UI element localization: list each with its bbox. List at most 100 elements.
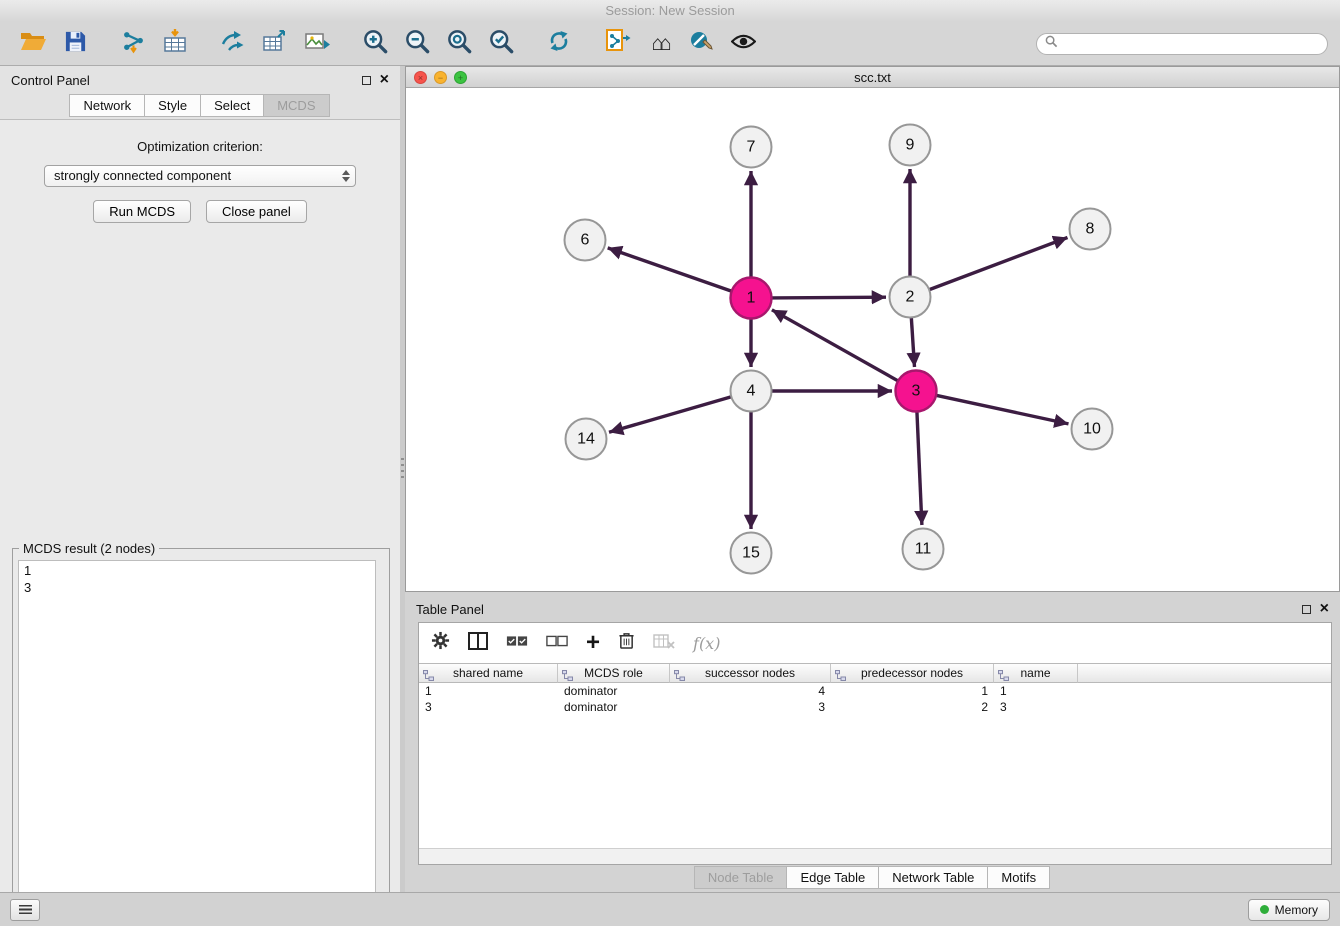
minimize-window-icon[interactable]: − [434, 71, 447, 84]
network-graph[interactable]: 7 9 6 8 1 2 4 3 14 10 15 11 [406, 88, 1339, 590]
graph-edge-4-14[interactable] [609, 397, 732, 433]
apply-style-button[interactable] [684, 27, 718, 61]
graph-node-label: 9 [906, 137, 915, 154]
mcds-result-list[interactable]: 1 3 [18, 560, 376, 926]
graph-node-label: 14 [577, 431, 595, 448]
attribute-icon [674, 668, 685, 686]
graph-node-label: 15 [742, 545, 760, 562]
graph-edge-3-1[interactable] [772, 310, 899, 381]
search-input[interactable] [1063, 37, 1319, 51]
column-header-name[interactable]: name [994, 664, 1078, 683]
table-row[interactable]: 1 dominator 4 1 1 [419, 683, 1331, 699]
select-all-columns-icon[interactable] [506, 634, 528, 652]
zoom-in-icon [362, 28, 389, 60]
control-panel-title: Control Panel [11, 73, 90, 88]
close-panel-icon[interactable]: × [380, 72, 389, 88]
attribute-icon [423, 668, 434, 686]
tab-style[interactable]: Style [144, 94, 201, 117]
deselect-all-columns-icon[interactable] [546, 634, 568, 652]
graph-edge-1-2[interactable] [771, 297, 886, 298]
zoom-fit-button[interactable] [442, 27, 476, 61]
graph-node-1[interactable]: 1 [731, 278, 772, 319]
maximize-window-icon[interactable]: + [454, 71, 467, 84]
close-table-panel-icon[interactable]: × [1320, 601, 1329, 617]
graph-node-label: 2 [906, 289, 915, 306]
table-settings-button[interactable] [431, 631, 450, 655]
criterion-dropdown[interactable]: strongly connected component [44, 165, 356, 187]
tab-node-table[interactable]: Node Table [694, 866, 788, 889]
home-button[interactable]: ⌂⌂ [642, 27, 676, 61]
column-header-predecessor-nodes[interactable]: predecessor nodes [831, 664, 994, 683]
show-hide-button[interactable] [726, 27, 760, 61]
memory-button[interactable]: Memory [1248, 899, 1330, 921]
search-icon [1045, 35, 1058, 53]
column-header-mcds-role[interactable]: MCDS role [558, 664, 670, 683]
tab-edge-table[interactable]: Edge Table [786, 866, 879, 889]
refresh-layout-button[interactable] [542, 27, 576, 61]
close-window-icon[interactable]: × [414, 71, 427, 84]
clone-network-button[interactable] [600, 27, 634, 61]
new-table-button[interactable] [258, 27, 292, 61]
add-column-button[interactable]: + [586, 631, 600, 655]
export-image-button[interactable] [300, 27, 334, 61]
column-header-shared-name[interactable]: shared name [419, 664, 558, 683]
export-image-icon [304, 28, 331, 59]
float-panel-icon[interactable] [362, 76, 371, 85]
control-panel-tabs: Network Style Select MCDS [0, 94, 400, 117]
graph-node-11[interactable]: 11 [903, 529, 944, 570]
graph-node-14[interactable]: 14 [566, 419, 607, 460]
graph-node-15[interactable]: 15 [731, 533, 772, 574]
tab-network-table[interactable]: Network Table [878, 866, 988, 889]
function-builder-button[interactable]: f(x) [693, 634, 720, 653]
graph-node-6[interactable]: 6 [565, 220, 606, 261]
graph-edge-1-6[interactable] [608, 248, 732, 292]
zoom-out-button[interactable] [400, 27, 434, 61]
new-network-button[interactable] [216, 27, 250, 61]
network-window: × − + scc.txt 7968124314101511 [405, 66, 1340, 592]
show-panels-button[interactable] [10, 899, 40, 921]
graph-node-7[interactable]: 7 [731, 127, 772, 168]
graph-node-8[interactable]: 8 [1070, 209, 1111, 250]
graph-edge-3-10[interactable] [936, 395, 1069, 424]
open-folder-icon [19, 29, 47, 58]
graph-edge-2-3[interactable] [911, 317, 914, 367]
run-mcds-button[interactable]: Run MCDS [93, 200, 191, 223]
graph-node-10[interactable]: 10 [1072, 409, 1113, 450]
column-header-successor-nodes[interactable]: successor nodes [670, 664, 831, 683]
graph-node-label: 8 [1086, 221, 1095, 238]
tab-mcds[interactable]: MCDS [263, 94, 329, 117]
zoom-in-button[interactable] [358, 27, 392, 61]
table-panel-title: Table Panel [416, 602, 484, 617]
delete-column-button[interactable] [618, 631, 635, 655]
table-horizontal-scrollbar[interactable] [419, 848, 1331, 864]
table-row[interactable]: 3 dominator 3 2 3 [419, 699, 1331, 715]
tab-select[interactable]: Select [200, 94, 264, 117]
graph-node-2[interactable]: 2 [890, 277, 931, 318]
graph-node-4[interactable]: 4 [731, 371, 772, 412]
tab-motifs[interactable]: Motifs [987, 866, 1050, 889]
toolbar-search[interactable] [1036, 33, 1328, 55]
import-table-button[interactable] [158, 27, 192, 61]
graph-node-label: 11 [915, 541, 932, 558]
show-columns-button[interactable] [468, 632, 488, 655]
list-icon [19, 905, 32, 914]
open-session-button[interactable] [16, 27, 50, 61]
import-network-button[interactable] [116, 27, 150, 61]
tab-network[interactable]: Network [69, 94, 145, 117]
close-panel-button[interactable]: Close panel [206, 200, 307, 223]
zoom-selected-button[interactable] [484, 27, 518, 61]
window-traffic-lights: × − + [414, 71, 467, 84]
main-toolbar: ⌂⌂ [0, 22, 1340, 66]
float-table-panel-icon[interactable] [1302, 605, 1311, 614]
graph-edge-2-8[interactable] [929, 238, 1068, 290]
import-network-icon [120, 29, 147, 59]
zoom-out-icon [404, 28, 431, 60]
graph-node-9[interactable]: 9 [890, 125, 931, 166]
graph-node-3[interactable]: 3 [896, 371, 937, 412]
graph-edge-3-11[interactable] [917, 411, 922, 525]
save-session-button[interactable] [58, 27, 92, 61]
import-table-icon [162, 28, 188, 59]
table-tabs: Node Table Edge Table Network Table Moti… [405, 866, 1340, 889]
optimization-criterion-label: Optimization criterion: [0, 139, 400, 154]
graph-node-label: 3 [912, 383, 921, 400]
